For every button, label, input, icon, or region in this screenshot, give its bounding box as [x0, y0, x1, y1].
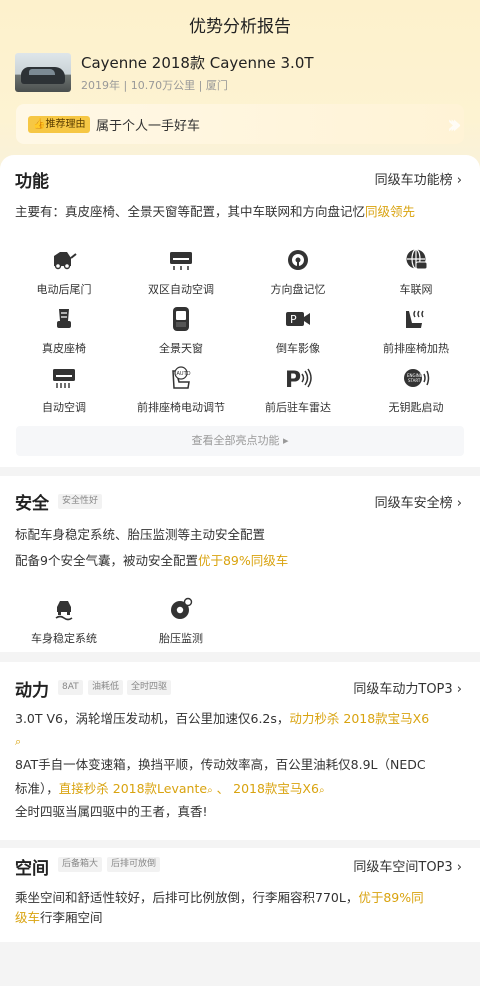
power-line1: 3.0T V6，涡轮增压发动机，百公里加速仅6.2s，动力秒杀 2018款宝马X…	[15, 711, 430, 726]
feature-label: 前排座椅电动调节	[137, 401, 225, 414]
safety-line1: 标配车身稳定系统、胎压监测等主动安全配置	[15, 527, 266, 542]
feature-keyless-start[interactable]: ENGINE START 无钥匙启动	[356, 365, 476, 415]
feature-auto-ac[interactable]: 自动空调	[4, 365, 124, 415]
feature-sunroof[interactable]: 全景天窗	[121, 306, 241, 356]
function-ranking-link[interactable]: 同级车功能榜 ›	[375, 169, 462, 188]
feature-steering-memory[interactable]: 方向盘记忆	[238, 247, 358, 297]
space-tag: 后备箱大	[58, 857, 103, 872]
recommend-reason-tag: 👍推荐理由	[28, 116, 91, 133]
safety-title: 安全	[15, 494, 49, 514]
feature-label: 车联网	[399, 283, 433, 296]
car-name[interactable]: Cayenne 2018款 Cayenne 3.0T	[81, 52, 314, 73]
feature-parking-radar[interactable]: P 前后驻车雷达	[238, 365, 358, 415]
power-ranking-link[interactable]: 同级车动力TOP3 ›	[353, 678, 462, 697]
space-tag: 后排可放倒	[107, 857, 161, 872]
stability-control-icon	[50, 596, 78, 622]
svg-text:P: P	[285, 368, 301, 390]
power-tag: 油耗低	[88, 680, 124, 695]
function-card: 功能 同级车功能榜 › 主要有：真皮座椅、全景天窗等配置，其中车联网和方向盘记忆…	[0, 155, 480, 467]
power-title: 动力	[15, 681, 49, 701]
feature-label: 前后驻车雷达	[265, 401, 331, 414]
function-title: 功能	[15, 172, 49, 192]
search-icon: ⌕	[318, 785, 325, 796]
feature-stability-control[interactable]: 车身稳定系统	[4, 596, 124, 646]
steering-memory-icon	[284, 247, 312, 273]
power-tag: 8AT	[58, 680, 83, 695]
feature-label: 自动空调	[42, 401, 86, 414]
auto-ac-icon	[50, 365, 78, 391]
feature-label: 胎压监测	[159, 632, 203, 645]
power-compare-link[interactable]: 2018款宝马X6	[233, 781, 319, 796]
car-thumbnail[interactable]	[15, 53, 71, 92]
space-ranking-link[interactable]: 同级车空间TOP3 ›	[353, 856, 462, 875]
feature-label: 真皮座椅	[42, 342, 86, 355]
rear-camera-icon: P	[284, 306, 312, 332]
sunroof-icon	[167, 306, 195, 332]
feature-tailgate[interactable]: 电动后尾门	[4, 247, 124, 297]
svg-text:START: START	[408, 378, 421, 383]
power-compare-link[interactable]: 直接秒杀 2018款Levante	[59, 781, 207, 796]
feature-label: 车身稳定系统	[31, 632, 97, 645]
seat-heating-icon	[402, 306, 430, 332]
svg-text:P: P	[290, 313, 297, 326]
view-all-features-button[interactable]: 查看全部亮点功能 ▸	[16, 426, 464, 456]
car-window-shape	[29, 69, 55, 75]
feature-dual-ac[interactable]: 双区自动空调	[121, 247, 241, 297]
car-meta: 2019年 | 10.70万公里 | 厦门	[81, 79, 228, 92]
safety-line2: 配备9个安全气囊，被动安全配置优于89%同级车	[15, 553, 289, 568]
feature-seat-heating[interactable]: 前排座椅加热	[356, 306, 476, 356]
space-line2: 级车行李厢空间	[15, 910, 103, 925]
feature-label: 无钥匙启动	[388, 401, 444, 414]
connected-car-icon	[402, 247, 430, 273]
feature-label: 前排座椅加热	[383, 342, 449, 355]
leather-seat-icon	[50, 306, 78, 332]
feature-label: 电动后尾门	[36, 283, 92, 296]
feature-label: 全景天窗	[159, 342, 203, 355]
power-seat-icon: AUTO	[167, 365, 195, 391]
space-title: 空间	[15, 859, 49, 879]
tire-pressure-icon	[167, 596, 195, 622]
feature-label: 双区自动空调	[148, 283, 214, 296]
feature-label: 倒车影像	[276, 342, 320, 355]
parking-radar-icon: P	[284, 365, 312, 391]
page-title: 优势分析报告	[189, 17, 291, 37]
safety-card: 安全 安全性好 同级车安全榜 › 标配车身稳定系统、胎压监测等主动安全配置 配备…	[0, 476, 480, 652]
feature-rear-camera[interactable]: P 倒车影像	[238, 306, 358, 356]
chevron-decoration-icon: ›››	[446, 110, 462, 140]
power-line2: 8AT手自一体变速箱，换挡平顺，传动效率高，百公里油耗仅8.9L（NEDC	[15, 757, 426, 772]
function-desc: 主要有：真皮座椅、全景天窗等配置，其中车联网和方向盘记忆同级领先	[15, 204, 416, 219]
feature-power-seat[interactable]: AUTO 前排座椅电动调节	[121, 365, 241, 415]
dual-ac-icon	[167, 247, 195, 273]
svg-text:AUTO: AUTO	[177, 371, 191, 377]
safety-tag: 安全性好	[58, 494, 103, 509]
search-icon: ⌕	[15, 735, 22, 748]
recommend-reason-text: 属于个人一手好车	[96, 119, 201, 134]
recommend-reason-banner: 👍推荐理由 属于个人一手好车 ›››	[16, 104, 464, 144]
feature-tire-pressure[interactable]: 胎压监测	[121, 596, 241, 646]
space-card: 空间 后备箱大 后排可放倒 同级车空间TOP3 › 乘坐空间和舒适性较好，后排可…	[0, 848, 480, 942]
thumbs-up-icon: 👍	[33, 119, 46, 130]
keyless-start-icon: ENGINE START	[402, 365, 430, 391]
power-card: 动力 8AT 油耗低 全时四驱 同级车动力TOP3 › 3.0T V6，涡轮增压…	[0, 662, 480, 840]
feature-label: 方向盘记忆	[270, 283, 326, 296]
power-line4: 全时四驱当属四驱中的王者，真香!	[15, 804, 208, 819]
feature-leather-seat[interactable]: 真皮座椅	[4, 306, 124, 356]
safety-ranking-link[interactable]: 同级车安全榜 ›	[375, 492, 462, 511]
power-tag: 全时四驱	[127, 680, 172, 695]
tailgate-icon	[50, 247, 78, 273]
power-compare-link[interactable]: 动力秒杀 2018款宝马X6	[289, 711, 429, 726]
feature-connected-car[interactable]: 车联网	[356, 247, 476, 297]
